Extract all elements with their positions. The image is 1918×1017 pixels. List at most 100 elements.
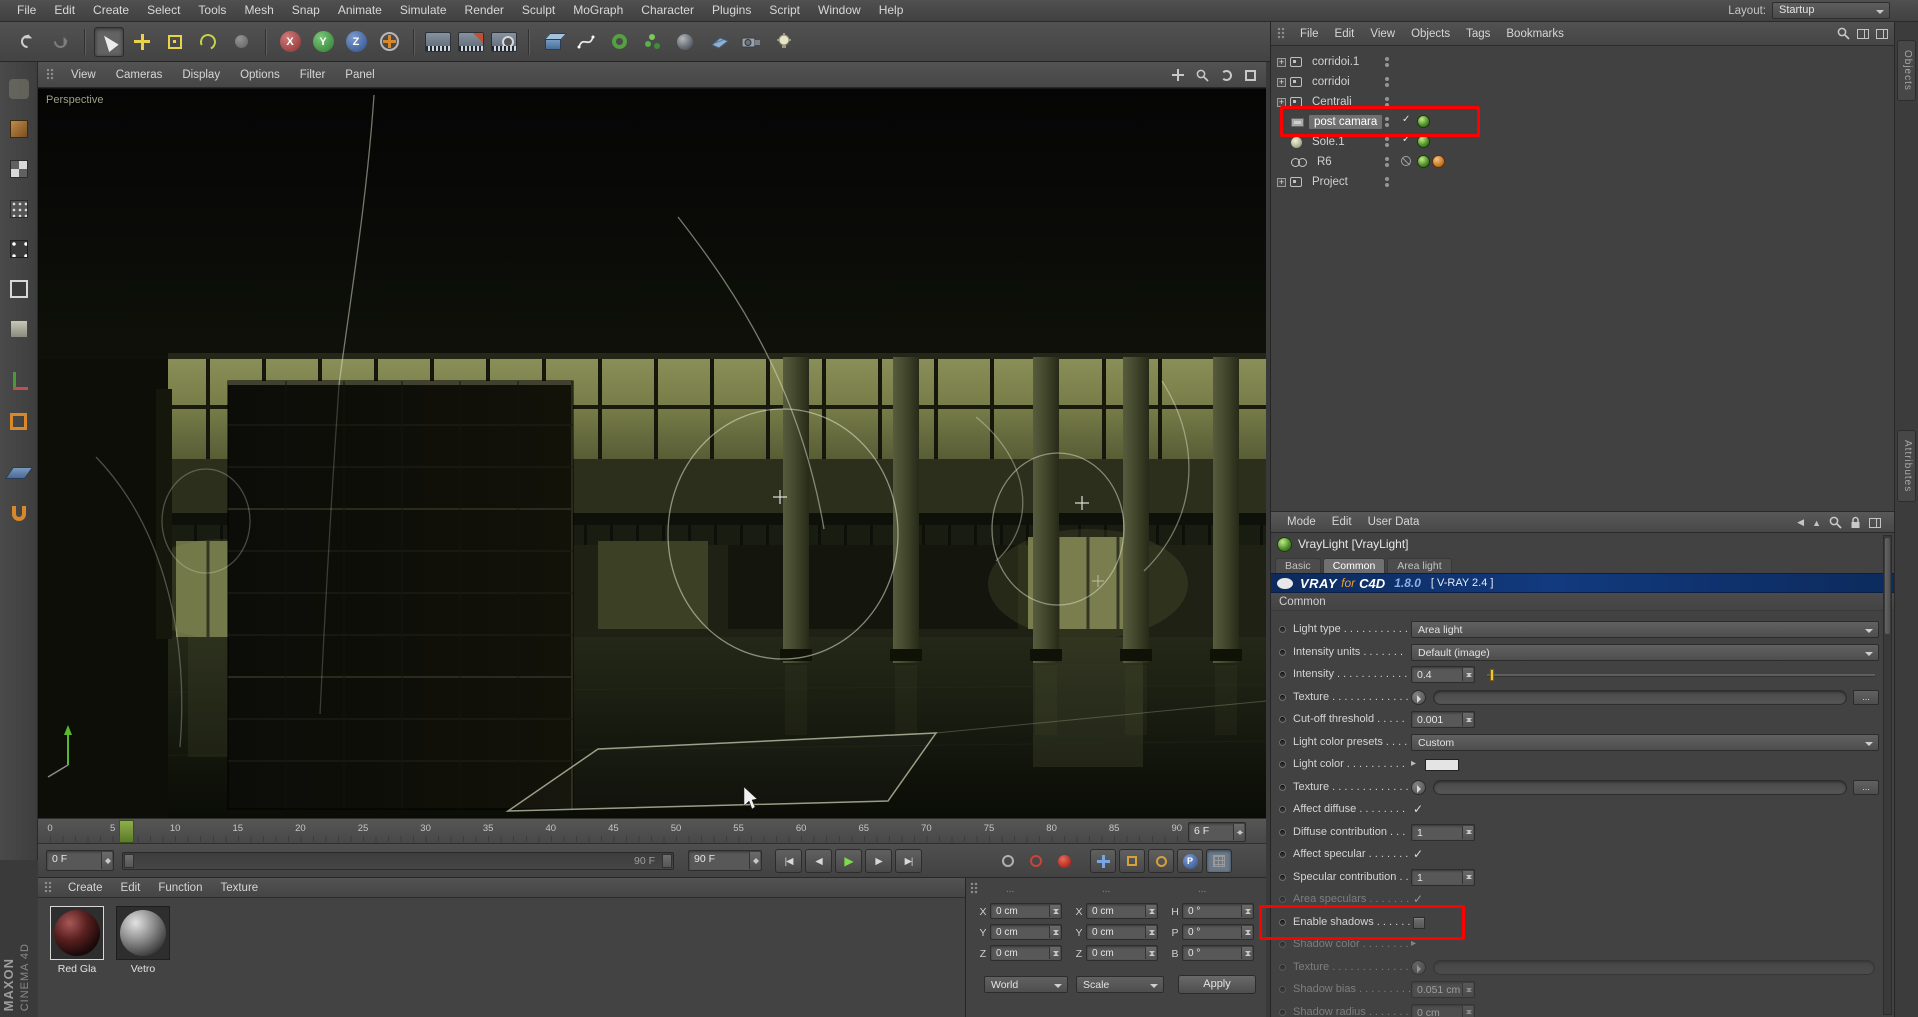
visibility-toggles[interactable] [1385, 135, 1389, 149]
materials-menu-texture[interactable]: Texture [211, 882, 267, 894]
stepper[interactable] [1462, 668, 1473, 681]
viewport-menu-panel[interactable]: Panel [335, 69, 384, 81]
slider-track[interactable] [1487, 669, 1875, 681]
tab-area-light[interactable]: Area light [1387, 558, 1452, 573]
texture-field[interactable] [1433, 959, 1875, 975]
range-right-handle[interactable] [662, 854, 672, 868]
live-selection-tool-button[interactable] [94, 26, 124, 57]
menu-script[interactable]: Script [760, 0, 809, 21]
scrollbar-thumb[interactable] [1885, 538, 1890, 634]
points-mode-button[interactable] [6, 236, 32, 262]
menu-tools[interactable]: Tools [189, 0, 235, 21]
tab-common[interactable]: Common [1322, 558, 1386, 573]
material-thumbnail[interactable] [116, 906, 170, 960]
menu-snap[interactable]: Snap [283, 0, 329, 21]
texture-arrow-button[interactable] [1411, 779, 1426, 795]
record-keyframe-button[interactable] [1024, 850, 1048, 872]
expand-toggle[interactable]: + [1277, 177, 1286, 187]
panel-grip[interactable] [46, 68, 54, 81]
rotate-view-button[interactable] [1218, 67, 1234, 83]
lock-icon[interactable] [1850, 516, 1861, 529]
record-scale-button[interactable] [1119, 849, 1145, 873]
object-row-centrali[interactable]: + Centrali [1271, 92, 1895, 112]
object-axis-button[interactable] [6, 368, 32, 394]
stepper[interactable] [1049, 905, 1060, 917]
stepper[interactable] [1462, 713, 1473, 726]
lock-z-axis-button[interactable]: Z [341, 27, 371, 57]
search-icon[interactable] [1829, 516, 1842, 529]
layout-dropdown[interactable]: Startup [1772, 2, 1890, 19]
timeline-ruler[interactable]: 0 5 10 15 20 25 30 35 40 45 50 55 60 65 70 75 80 85 90 6 F [38, 818, 1266, 844]
object-row-corridoi[interactable]: + corridoi [1271, 72, 1895, 92]
lock-x-axis-button[interactable]: X [275, 27, 305, 57]
panel-tab-attributes[interactable]: Attributes [1897, 430, 1916, 503]
keyframe-dot[interactable] [1279, 716, 1286, 723]
keyframe-dot[interactable] [1279, 693, 1286, 701]
last-tool-button[interactable] [226, 27, 256, 57]
texture-field[interactable] [1433, 779, 1847, 795]
slider-handle[interactable] [1490, 669, 1494, 681]
redo-button[interactable] [45, 27, 75, 57]
keyframe-dot[interactable] [1279, 806, 1286, 813]
coordinate-mode-dropdown[interactable]: World [984, 976, 1068, 993]
environment-button[interactable] [670, 27, 700, 57]
record-pla-button[interactable] [1206, 849, 1232, 873]
coordinate-input[interactable]: 0 cm [990, 903, 1062, 919]
texture-arrow-button[interactable] [1411, 959, 1426, 975]
viewport-view-label[interactable]: Perspective [46, 94, 103, 106]
render-view-button[interactable] [423, 27, 453, 57]
menu-help[interactable]: Help [870, 0, 913, 21]
stepper[interactable] [1462, 983, 1473, 996]
visibility-toggles[interactable] [1385, 115, 1389, 129]
object-manager-menu-objects[interactable]: Objects [1403, 28, 1458, 40]
texture-mode-button[interactable] [6, 156, 32, 182]
menu-plugins[interactable]: Plugins [703, 0, 760, 21]
render-to-picture-viewer-button[interactable] [456, 27, 486, 57]
panel-grip[interactable] [1277, 27, 1285, 40]
object-row-r6[interactable]: R6 [1271, 152, 1895, 172]
object-manager-menu-tags[interactable]: Tags [1458, 28, 1498, 40]
search-icon[interactable] [1837, 27, 1850, 40]
preview-range-slider[interactable]: 90 F [122, 852, 674, 870]
object-row-sole-1[interactable]: Sole.1 ✓ [1271, 132, 1895, 152]
pan-view-button[interactable] [1170, 67, 1186, 83]
keyframe-dot[interactable] [1279, 941, 1286, 948]
keyframe-dot[interactable] [1279, 963, 1286, 971]
make-editable-button[interactable] [6, 76, 32, 102]
expand-toggle[interactable]: + [1277, 57, 1286, 67]
visibility-toggles[interactable] [1385, 95, 1389, 109]
browse-button[interactable]: ... [1853, 779, 1879, 795]
range-start-stepper[interactable] [101, 852, 112, 869]
coordinate-input[interactable]: 0 cm [1086, 924, 1158, 940]
viewport-menu-cameras[interactable]: Cameras [106, 69, 173, 81]
materials-menu-create[interactable]: Create [59, 882, 112, 894]
object-manager-menu-edit[interactable]: Edit [1327, 28, 1363, 40]
menu-mograph[interactable]: MoGraph [564, 0, 632, 21]
visibility-toggles[interactable] [1385, 175, 1389, 189]
expand-toggle[interactable]: + [1277, 97, 1286, 107]
light-button[interactable] [769, 27, 799, 57]
coordinate-input[interactable]: 0 ° [1182, 903, 1254, 919]
object-row-project[interactable]: + Project [1271, 172, 1895, 192]
keyframe-dot[interactable] [1279, 648, 1286, 656]
stepper[interactable] [1462, 870, 1473, 884]
menu-render[interactable]: Render [456, 0, 513, 21]
apply-button[interactable]: Apply [1178, 975, 1256, 994]
panel-tab-objects[interactable]: Objects [1897, 40, 1916, 101]
lock-y-axis-button[interactable]: Y [308, 27, 338, 57]
viewport-canvas[interactable]: Perspective [38, 88, 1266, 818]
materials-menu-function[interactable]: Function [149, 882, 211, 894]
stepper[interactable] [1145, 947, 1156, 959]
keyframe-dot[interactable] [1279, 671, 1286, 678]
next-frame-button[interactable]: ▶ [865, 849, 892, 873]
number-input[interactable]: 0.001 [1411, 711, 1475, 728]
subdivision-surface-button[interactable] [604, 27, 634, 57]
number-input[interactable]: 1 [1411, 868, 1475, 886]
stepper[interactable] [1145, 905, 1156, 917]
undo-button[interactable] [12, 27, 42, 57]
material-item-red-gla[interactable]: Red Gla [46, 906, 108, 975]
tab-basic[interactable]: Basic [1275, 558, 1321, 573]
model-mode-button[interactable] [6, 116, 32, 142]
number-input[interactable]: 1 [1411, 823, 1475, 841]
object-manager-menu-bookmarks[interactable]: Bookmarks [1498, 28, 1572, 40]
